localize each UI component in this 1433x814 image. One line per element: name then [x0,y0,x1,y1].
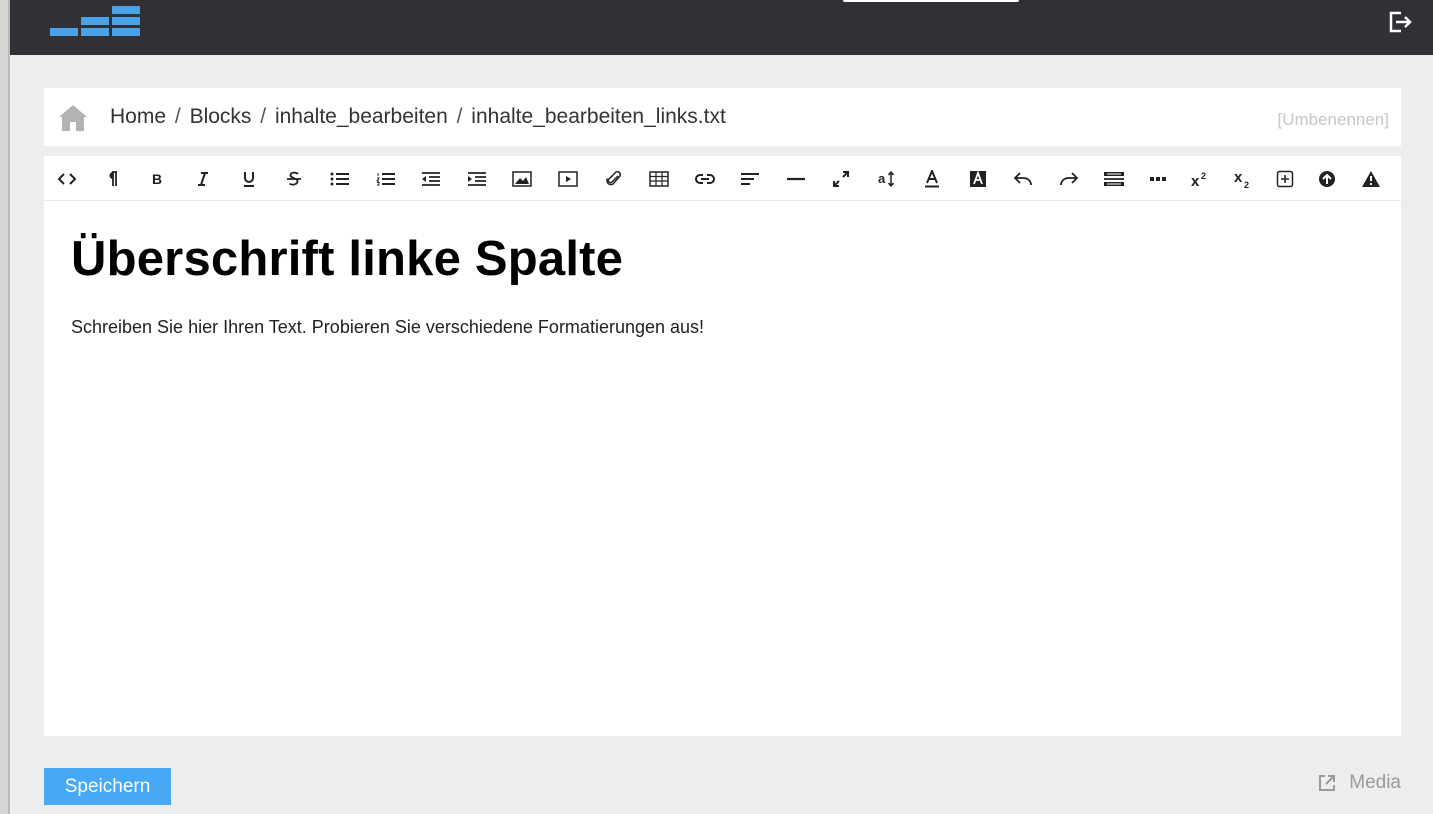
text-editor: B a x 2 x 2 Überschrift linke Spalte Sch… [44,156,1401,736]
external-link-icon [1319,775,1336,791]
breadcrumb: Home / Blocks / inhalte_bearbeiten / inh… [110,105,726,129]
horizontal-rule-icon[interactable] [782,166,810,192]
superscript-icon[interactable]: x2 [1186,166,1214,192]
strikethrough-icon[interactable] [280,166,308,192]
indent-icon[interactable] [463,166,491,192]
bars-logo-icon[interactable] [50,2,142,38]
expand-icon[interactable] [827,166,855,192]
breadcrumb-item-folder[interactable]: inhalte_bearbeiten [275,105,448,128]
code-icon[interactable] [53,166,81,192]
editor-toolbar: B a x 2 x 2 [44,156,1401,201]
breadcrumb-separator: / [456,105,463,128]
breadcrumb-item-blocks[interactable]: Blocks [190,105,252,128]
upload-circle-icon[interactable] [1313,166,1341,192]
svg-text:2: 2 [1244,180,1249,189]
breadcrumb-item-file: inhalte_bearbeiten_links.txt [471,105,726,128]
plus-box-icon[interactable] [1271,166,1299,192]
warning-icon[interactable] [1357,166,1385,192]
underline-icon[interactable] [235,166,263,192]
subscript-icon[interactable]: x2 [1229,166,1257,192]
rename-link[interactable]: [Umbenennen] [1277,110,1389,130]
breadcrumb-separator: / [174,105,181,128]
paragraph-icon[interactable] [98,166,126,192]
save-button[interactable]: Speichern [44,768,171,805]
editor-content[interactable]: Überschrift linke Spalte Schreiben Sie h… [44,201,1401,364]
svg-text:a: a [878,171,886,186]
breadcrumb-separator: / [260,105,267,128]
font-size-icon[interactable]: a [873,166,901,192]
media-link[interactable]: Media [1317,772,1401,794]
outdent-icon[interactable] [417,166,445,192]
redo-icon[interactable] [1055,166,1083,192]
logout-icon[interactable] [1387,9,1413,35]
numbered-list-icon[interactable] [372,166,400,192]
italic-icon[interactable] [189,166,217,192]
svg-text:x: x [1234,169,1243,186]
background-color-icon[interactable] [964,166,992,192]
content-heading[interactable]: Überschrift linke Spalte [71,231,1374,287]
breadcrumb-item-home[interactable]: Home [110,105,166,128]
home-icon[interactable] [58,103,88,133]
svg-text:B: B [152,172,162,186]
breadcrumb-bar: Home / Blocks / inhalte_bearbeiten / inh… [44,88,1401,146]
undo-icon[interactable] [1009,166,1037,192]
table-icon[interactable] [645,166,673,192]
paperclip-icon[interactable] [600,166,628,192]
more-icon[interactable] [1144,166,1172,192]
bullet-list-icon[interactable] [326,166,354,192]
content-paragraph[interactable]: Schreiben Sie hier Ihren Text. Probieren… [71,317,1374,338]
format-block-icon[interactable] [1100,166,1128,192]
top-bar [10,0,1433,55]
bold-icon[interactable]: B [143,166,171,192]
image-icon[interactable] [508,166,536,192]
link-icon[interactable] [691,166,719,192]
media-label: Media [1349,772,1401,793]
font-color-icon[interactable] [918,166,946,192]
top-tab-indicator [843,0,1019,2]
svg-text:x: x [1191,173,1200,188]
svg-text:2: 2 [1201,171,1206,181]
align-left-icon[interactable] [736,166,764,192]
video-icon[interactable] [554,166,582,192]
window-edge [0,0,10,814]
